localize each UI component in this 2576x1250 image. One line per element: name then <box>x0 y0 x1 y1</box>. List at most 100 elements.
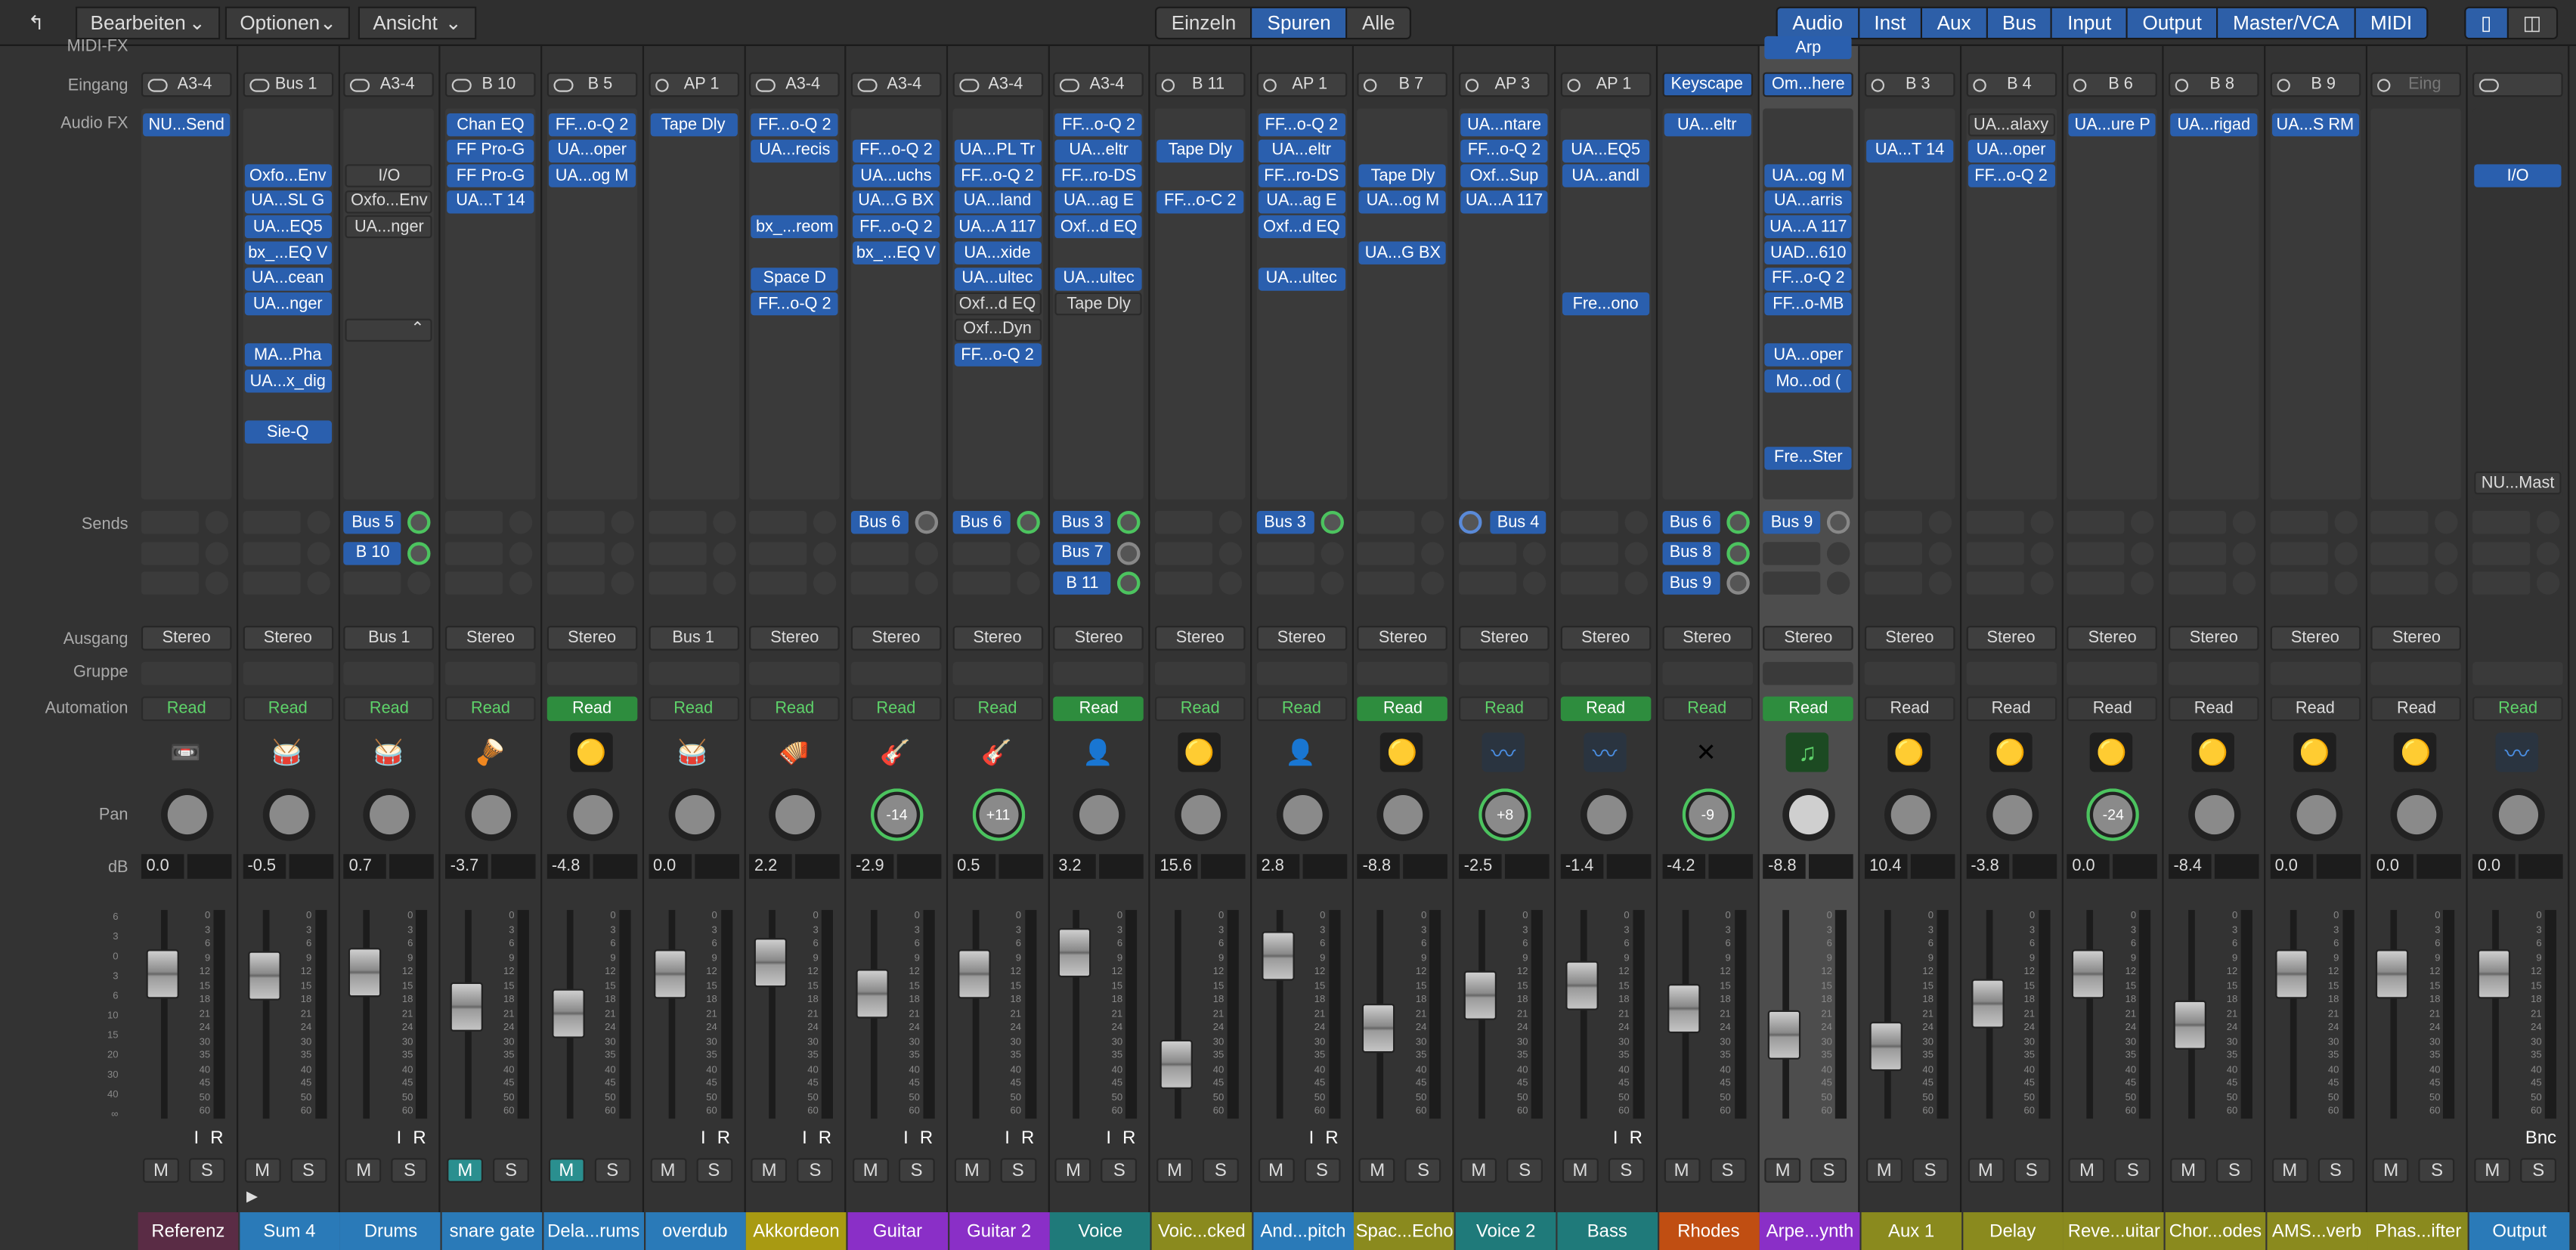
automation-mode[interactable]: Read <box>1358 696 1448 722</box>
input-slot[interactable]: A3-4 <box>850 72 942 97</box>
automation-mode[interactable]: Read <box>648 696 738 722</box>
output-slot[interactable]: Stereo <box>546 626 637 651</box>
volume-fader[interactable] <box>348 948 382 998</box>
input-slot[interactable]: A3-4 <box>141 72 232 97</box>
solo-button[interactable]: S <box>1709 1158 1746 1183</box>
send-slot-empty[interactable] <box>2169 571 2227 595</box>
input-monitor-button[interactable]: I <box>1613 1128 1618 1148</box>
send-level-knob[interactable] <box>1459 510 1482 534</box>
send-slot-empty[interactable] <box>141 541 199 565</box>
pan-knob[interactable] <box>465 788 518 841</box>
solo-button[interactable]: S <box>2419 1158 2456 1183</box>
send-slot-empty[interactable] <box>2169 510 2227 534</box>
pan-knob[interactable] <box>1782 788 1836 841</box>
send-level-knob[interactable] <box>407 510 432 534</box>
send-slot-empty[interactable] <box>141 571 199 595</box>
mute-button[interactable]: M <box>447 1158 484 1183</box>
track-name[interactable]: Voice <box>1050 1212 1151 1250</box>
volume-fader[interactable] <box>1667 984 1700 1034</box>
automation-mode[interactable]: Read <box>2371 696 2462 722</box>
audio-fx-slot[interactable]: FF...o-Q 2 <box>1055 113 1143 137</box>
audio-fx-slot[interactable]: UA...og M <box>1764 164 1852 188</box>
audio-fx-slot[interactable]: I/O <box>345 164 433 188</box>
automation-mode[interactable]: Read <box>141 696 232 722</box>
send-slot-empty[interactable] <box>2472 510 2531 534</box>
record-enable-button[interactable]: R <box>819 1128 831 1148</box>
automation-mode[interactable]: Read <box>344 696 435 722</box>
audio-fx-slot[interactable]: FF...o-Q 2 <box>1258 113 1345 137</box>
automation-mode[interactable]: Read <box>1560 696 1651 722</box>
pan-knob[interactable] <box>364 788 416 841</box>
automation-mode[interactable]: Read <box>850 696 942 722</box>
mute-button[interactable]: M <box>852 1158 889 1183</box>
output-slot[interactable]: Stereo <box>1560 626 1651 651</box>
track-name[interactable]: Referenz <box>138 1212 239 1250</box>
audio-fx-slot[interactable]: MA...Pha <box>244 344 332 367</box>
automation-mode[interactable]: Read <box>2169 696 2259 722</box>
send-slot-empty[interactable] <box>2270 541 2328 565</box>
send-slot-empty[interactable] <box>952 541 1010 565</box>
send-level-knob[interactable] <box>1726 541 1749 565</box>
track-name[interactable]: Voic...cked <box>1151 1212 1252 1250</box>
audio-fx-slot[interactable]: UA...alaxy <box>1967 113 2055 137</box>
volume-fader[interactable] <box>1362 1004 1396 1054</box>
filter-spuren[interactable]: Spuren <box>1252 8 1348 38</box>
audio-fx-slot[interactable]: UA...A 117 <box>1460 190 1548 214</box>
pan-knob[interactable] <box>2188 788 2241 841</box>
mute-button[interactable]: M <box>953 1158 990 1183</box>
audio-fx-slot[interactable]: UA...recis <box>751 138 838 162</box>
audio-fx-slot[interactable]: UA...andl <box>1562 164 1649 188</box>
group-slot[interactable] <box>2472 661 2563 685</box>
output-slot[interactable]: Stereo <box>1459 626 1550 651</box>
group-slot[interactable] <box>445 661 536 685</box>
mute-button[interactable]: M <box>649 1158 686 1183</box>
pan-knob[interactable] <box>2492 788 2545 841</box>
input-slot[interactable]: AP 1 <box>1560 72 1651 97</box>
mute-button[interactable]: M <box>2271 1158 2308 1183</box>
output-slot[interactable]: Stereo <box>1053 626 1144 651</box>
menu-optionen[interactable]: Optionen ⌄ <box>224 6 350 40</box>
audio-fx-slot[interactable]: UA...T 14 <box>1865 138 1954 162</box>
input-slot[interactable]: B 11 <box>1154 72 1246 97</box>
volume-fader[interactable] <box>652 949 686 999</box>
track-name[interactable]: Sum 4 <box>239 1212 340 1250</box>
send-level-knob[interactable] <box>1117 510 1141 534</box>
mute-button[interactable]: M <box>1663 1158 1700 1183</box>
track-name[interactable]: Delay <box>1962 1212 2064 1250</box>
solo-button[interactable]: S <box>2216 1158 2252 1183</box>
audio-fx-slot[interactable]: FF...o-Q 2 <box>751 292 838 316</box>
filter-alle[interactable]: Alle <box>1347 8 1410 38</box>
solo-button[interactable]: S <box>594 1158 631 1183</box>
record-enable-button[interactable]: R <box>920 1128 933 1148</box>
volume-fader[interactable] <box>450 982 484 1032</box>
record-enable-button[interactable]: R <box>1021 1128 1034 1148</box>
audio-fx-slot[interactable]: Fre...Ster <box>1764 446 1852 470</box>
input-monitor-button[interactable]: I <box>1309 1128 1314 1148</box>
mute-button[interactable]: M <box>1865 1158 1903 1183</box>
audio-fx-slot[interactable]: UA...ag E <box>1055 190 1143 214</box>
output-slot[interactable]: Stereo <box>2169 626 2259 651</box>
input-slot[interactable]: B 8 <box>2169 72 2259 97</box>
audio-fx-slot[interactable]: UA...PL Tr <box>953 138 1042 162</box>
audio-fx-slot[interactable]: UA...og M <box>548 164 636 188</box>
volume-fader[interactable] <box>2274 949 2308 999</box>
output-slot[interactable]: Stereo <box>1256 626 1347 651</box>
automation-mode[interactable]: Read <box>952 696 1043 722</box>
send-slot-empty[interactable] <box>2169 541 2227 565</box>
audio-fx-slot[interactable]: FF...o-Q 2 <box>1967 164 2055 188</box>
solo-button[interactable]: S <box>290 1158 327 1183</box>
group-slot[interactable] <box>1560 661 1651 685</box>
audio-fx-slot[interactable]: UA...eltr <box>1258 138 1345 162</box>
send-slot[interactable]: Bus 9 <box>1661 571 1720 595</box>
solo-button[interactable]: S <box>695 1158 732 1183</box>
solo-button[interactable]: S <box>2520 1158 2557 1183</box>
volume-fader[interactable] <box>247 951 280 1001</box>
send-slot-empty[interactable] <box>749 571 807 595</box>
pan-knob[interactable] <box>667 788 721 841</box>
input-monitor-button[interactable]: I <box>802 1128 807 1148</box>
audio-fx-slot[interactable]: UA...oper <box>1967 138 2055 162</box>
group-slot[interactable] <box>1256 661 1347 685</box>
input-slot[interactable]: Keyscape <box>1661 72 1753 97</box>
automation-mode[interactable]: Read <box>1256 696 1347 722</box>
audio-fx-slot[interactable]: UA...EQ5 <box>1562 138 1649 162</box>
